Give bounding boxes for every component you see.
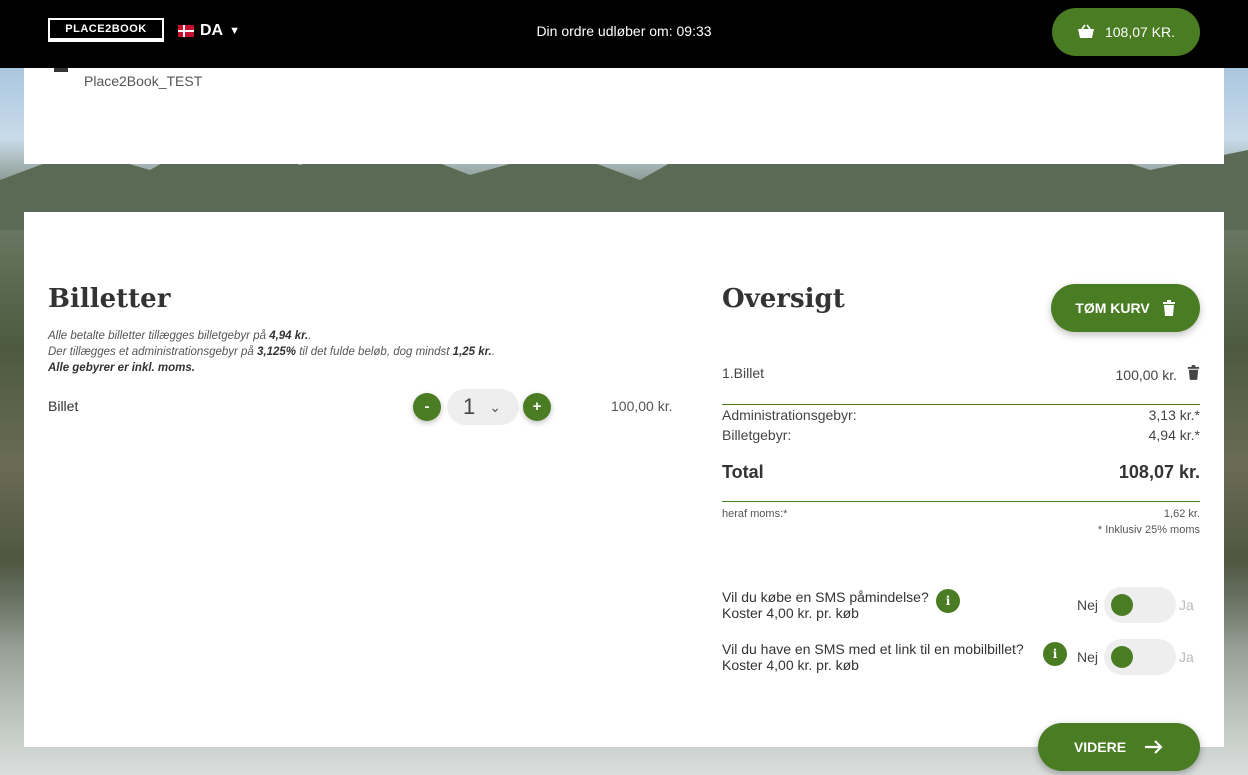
clear-cart-button[interactable]: TØM KURV [1051,284,1200,332]
summary-title: Oversigt [722,284,845,314]
trash-icon [1162,300,1175,316]
admin-fee-label: Administrationsgebyr: [722,407,857,423]
ticket-fee-value: 4,94 kr.* [1148,427,1200,443]
cart-button[interactable]: 108,07 KR. [1052,8,1200,56]
note-text: . [308,330,312,342]
timer-value: 09:33 [676,23,712,39]
vat-note-row: * Inklusiv 25% moms [722,524,1200,536]
info-icon[interactable]: i [936,589,960,613]
note-text: Der tillægges et administrationsgebyr på [48,346,258,358]
ticket-type-label: Billet [48,398,79,414]
basket-icon [1077,24,1094,38]
line-item-price: 100,00 kr. [1115,367,1178,383]
tickets-title: Billetter [48,284,171,314]
continue-button[interactable]: VIDERE [1038,723,1200,771]
line-item-label: 1.Billet [722,365,765,381]
sms-reminder-question: Vil du købe en SMS påmindelse? Koster 4,… [722,589,929,621]
divider [722,404,1200,405]
venue-name: Place2Book_TEST [84,73,203,89]
remove-item-trash-icon[interactable] [1187,365,1200,380]
sms-reminder-no-label: Nej [1077,597,1099,613]
divider [722,501,1200,502]
vat-note: * Inklusiv 25% moms [1097,524,1200,536]
note-text: til det fulde beløb, dog mindst [296,346,453,358]
sms-reminder-text: Vil du købe en SMS påmindelse? [722,589,929,605]
admin-fee-row: Administrationsgebyr: 3,13 kr.* [722,407,1200,423]
note-vat: Alle gebyrer er inkl. moms. [48,362,196,374]
continue-label: VIDERE [1073,739,1127,755]
sms-mobile-ticket-text: Vil du have en SMS med et link til en mo… [722,641,1024,657]
admin-fee-value: 3,13 kr.* [1148,407,1200,423]
total-row: Total 108,07 kr. [722,462,1200,483]
note-min: 1,25 kr. [452,346,492,358]
note-text: . [491,346,495,358]
vat-label: heraf moms:* [722,508,788,520]
increase-quantity-button[interactable]: + [523,393,551,421]
sms-mobile-ticket-no-label: Nej [1077,649,1099,665]
top-bar: PLACE2BOOK DA ▼ Din ordre udløber om: 09… [0,0,1248,68]
quantity-select[interactable]: 1 ⌄ [447,389,519,425]
arrow-right-icon [1145,740,1163,754]
sms-mobile-ticket-cost: Koster 4,00 kr. pr. køb [722,657,859,673]
total-label: Total [722,462,764,482]
sms-reminder-yes-label: Ja [1179,597,1194,613]
note-pct: 3,125% [257,346,297,358]
note-fee: 4,94 kr. [269,330,309,342]
chevron-down-icon: ⌄ [489,398,501,415]
sms-mobile-ticket-yes-label: Ja [1179,649,1194,665]
quantity-value: 1 [463,394,476,419]
toggle-knob [1111,646,1133,668]
decrease-quantity-button[interactable]: - [413,393,441,421]
ticket-fee-label: Billetgebyr: [722,427,792,443]
cart-total: 108,07 KR. [1104,24,1176,40]
clear-cart-label: TØM KURV [1075,300,1150,316]
vat-value: 1,62 kr. [1163,508,1200,520]
vat-row: heraf moms:* 1,62 kr. [722,508,1200,520]
fee-notes: Alle betalte billetter tillægges billetg… [48,328,495,376]
ticket-fee-row: Billetgebyr: 4,94 kr.* [722,427,1200,443]
checkout-card: Billetter Alle betalte billetter tillægg… [24,212,1224,747]
note-text: Alle betalte billetter tillægges billetg… [48,330,270,342]
sms-mobile-ticket-question: Vil du have en SMS med et link til en mo… [722,641,1024,673]
toggle-knob [1111,594,1133,616]
summary-line-item: 1.Billet 100,00 kr. [722,365,1200,383]
total-value: 108,07 kr. [1118,462,1200,482]
timer-label: Din ordre udløber om: [536,23,673,39]
info-icon[interactable]: i [1043,642,1067,666]
sms-mobile-ticket-toggle[interactable] [1104,639,1176,675]
ticket-price: 100,00 kr. [611,398,673,414]
sms-reminder-toggle[interactable] [1104,587,1176,623]
sms-reminder-cost: Koster 4,00 kr. pr. køb [722,605,859,621]
